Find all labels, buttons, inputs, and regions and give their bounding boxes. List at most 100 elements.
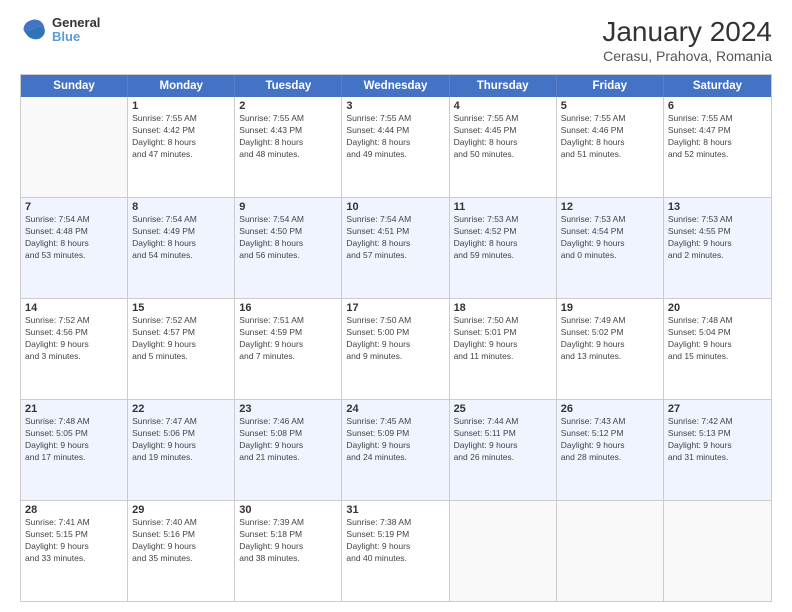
page-subtitle: Cerasu, Prahova, Romania <box>602 48 772 64</box>
calendar-cell: 8Sunrise: 7:54 AM Sunset: 4:49 PM Daylig… <box>128 198 235 298</box>
calendar-row-3: 21Sunrise: 7:48 AM Sunset: 5:05 PM Dayli… <box>21 399 771 500</box>
day-number: 28 <box>25 504 123 516</box>
header: General Blue January 2024 Cerasu, Prahov… <box>20 16 772 64</box>
day-number: 10 <box>346 201 444 213</box>
page-title: January 2024 <box>602 16 772 48</box>
calendar-body: 1Sunrise: 7:55 AM Sunset: 4:42 PM Daylig… <box>21 97 771 601</box>
day-info: Sunrise: 7:55 AM Sunset: 4:43 PM Dayligh… <box>239 113 337 161</box>
day-info: Sunrise: 7:49 AM Sunset: 5:02 PM Dayligh… <box>561 315 659 363</box>
day-number: 25 <box>454 403 552 415</box>
header-cell-thursday: Thursday <box>450 75 557 97</box>
day-info: Sunrise: 7:55 AM Sunset: 4:47 PM Dayligh… <box>668 113 767 161</box>
day-info: Sunrise: 7:54 AM Sunset: 4:49 PM Dayligh… <box>132 214 230 262</box>
day-info: Sunrise: 7:42 AM Sunset: 5:13 PM Dayligh… <box>668 416 767 464</box>
day-number: 22 <box>132 403 230 415</box>
day-number: 26 <box>561 403 659 415</box>
calendar-cell: 28Sunrise: 7:41 AM Sunset: 5:15 PM Dayli… <box>21 501 128 601</box>
day-number: 4 <box>454 100 552 112</box>
logo-icon <box>20 16 48 44</box>
calendar-cell: 14Sunrise: 7:52 AM Sunset: 4:56 PM Dayli… <box>21 299 128 399</box>
calendar-cell: 11Sunrise: 7:53 AM Sunset: 4:52 PM Dayli… <box>450 198 557 298</box>
day-info: Sunrise: 7:45 AM Sunset: 5:09 PM Dayligh… <box>346 416 444 464</box>
day-number: 14 <box>25 302 123 314</box>
day-number: 5 <box>561 100 659 112</box>
day-info: Sunrise: 7:38 AM Sunset: 5:19 PM Dayligh… <box>346 517 444 565</box>
header-cell-sunday: Sunday <box>21 75 128 97</box>
day-info: Sunrise: 7:50 AM Sunset: 5:00 PM Dayligh… <box>346 315 444 363</box>
calendar-cell: 18Sunrise: 7:50 AM Sunset: 5:01 PM Dayli… <box>450 299 557 399</box>
calendar-cell: 7Sunrise: 7:54 AM Sunset: 4:48 PM Daylig… <box>21 198 128 298</box>
calendar-row-1: 7Sunrise: 7:54 AM Sunset: 4:48 PM Daylig… <box>21 197 771 298</box>
calendar-cell: 6Sunrise: 7:55 AM Sunset: 4:47 PM Daylig… <box>664 97 771 197</box>
day-info: Sunrise: 7:47 AM Sunset: 5:06 PM Dayligh… <box>132 416 230 464</box>
day-info: Sunrise: 7:46 AM Sunset: 5:08 PM Dayligh… <box>239 416 337 464</box>
calendar-cell: 29Sunrise: 7:40 AM Sunset: 5:16 PM Dayli… <box>128 501 235 601</box>
day-info: Sunrise: 7:55 AM Sunset: 4:46 PM Dayligh… <box>561 113 659 161</box>
calendar-cell: 27Sunrise: 7:42 AM Sunset: 5:13 PM Dayli… <box>664 400 771 500</box>
calendar-header: SundayMondayTuesdayWednesdayThursdayFrid… <box>21 75 771 97</box>
calendar-cell: 23Sunrise: 7:46 AM Sunset: 5:08 PM Dayli… <box>235 400 342 500</box>
calendar-cell: 21Sunrise: 7:48 AM Sunset: 5:05 PM Dayli… <box>21 400 128 500</box>
day-info: Sunrise: 7:43 AM Sunset: 5:12 PM Dayligh… <box>561 416 659 464</box>
day-number: 6 <box>668 100 767 112</box>
header-cell-tuesday: Tuesday <box>235 75 342 97</box>
day-info: Sunrise: 7:54 AM Sunset: 4:50 PM Dayligh… <box>239 214 337 262</box>
day-info: Sunrise: 7:41 AM Sunset: 5:15 PM Dayligh… <box>25 517 123 565</box>
day-number: 23 <box>239 403 337 415</box>
calendar-cell <box>664 501 771 601</box>
calendar-cell: 19Sunrise: 7:49 AM Sunset: 5:02 PM Dayli… <box>557 299 664 399</box>
calendar-cell: 12Sunrise: 7:53 AM Sunset: 4:54 PM Dayli… <box>557 198 664 298</box>
logo-line1: General <box>52 16 100 30</box>
calendar-cell: 9Sunrise: 7:54 AM Sunset: 4:50 PM Daylig… <box>235 198 342 298</box>
day-info: Sunrise: 7:55 AM Sunset: 4:42 PM Dayligh… <box>132 113 230 161</box>
day-info: Sunrise: 7:48 AM Sunset: 5:04 PM Dayligh… <box>668 315 767 363</box>
day-number: 18 <box>454 302 552 314</box>
day-info: Sunrise: 7:55 AM Sunset: 4:45 PM Dayligh… <box>454 113 552 161</box>
day-info: Sunrise: 7:55 AM Sunset: 4:44 PM Dayligh… <box>346 113 444 161</box>
day-number: 8 <box>132 201 230 213</box>
title-block: January 2024 Cerasu, Prahova, Romania <box>602 16 772 64</box>
calendar-cell <box>450 501 557 601</box>
day-info: Sunrise: 7:48 AM Sunset: 5:05 PM Dayligh… <box>25 416 123 464</box>
header-cell-wednesday: Wednesday <box>342 75 449 97</box>
day-number: 21 <box>25 403 123 415</box>
day-number: 30 <box>239 504 337 516</box>
calendar-cell: 4Sunrise: 7:55 AM Sunset: 4:45 PM Daylig… <box>450 97 557 197</box>
day-number: 12 <box>561 201 659 213</box>
day-number: 2 <box>239 100 337 112</box>
calendar-cell: 10Sunrise: 7:54 AM Sunset: 4:51 PM Dayli… <box>342 198 449 298</box>
day-info: Sunrise: 7:53 AM Sunset: 4:52 PM Dayligh… <box>454 214 552 262</box>
day-info: Sunrise: 7:50 AM Sunset: 5:01 PM Dayligh… <box>454 315 552 363</box>
calendar-cell: 16Sunrise: 7:51 AM Sunset: 4:59 PM Dayli… <box>235 299 342 399</box>
day-info: Sunrise: 7:39 AM Sunset: 5:18 PM Dayligh… <box>239 517 337 565</box>
day-info: Sunrise: 7:40 AM Sunset: 5:16 PM Dayligh… <box>132 517 230 565</box>
calendar-cell <box>557 501 664 601</box>
day-number: 24 <box>346 403 444 415</box>
calendar-cell: 15Sunrise: 7:52 AM Sunset: 4:57 PM Dayli… <box>128 299 235 399</box>
day-number: 29 <box>132 504 230 516</box>
logo-line2: Blue <box>52 30 100 44</box>
header-cell-friday: Friday <box>557 75 664 97</box>
header-cell-saturday: Saturday <box>664 75 771 97</box>
calendar-cell: 17Sunrise: 7:50 AM Sunset: 5:00 PM Dayli… <box>342 299 449 399</box>
calendar-row-2: 14Sunrise: 7:52 AM Sunset: 4:56 PM Dayli… <box>21 298 771 399</box>
day-info: Sunrise: 7:54 AM Sunset: 4:48 PM Dayligh… <box>25 214 123 262</box>
calendar-cell <box>21 97 128 197</box>
calendar-cell: 24Sunrise: 7:45 AM Sunset: 5:09 PM Dayli… <box>342 400 449 500</box>
calendar-cell: 30Sunrise: 7:39 AM Sunset: 5:18 PM Dayli… <box>235 501 342 601</box>
calendar-cell: 31Sunrise: 7:38 AM Sunset: 5:19 PM Dayli… <box>342 501 449 601</box>
day-number: 15 <box>132 302 230 314</box>
day-number: 13 <box>668 201 767 213</box>
day-info: Sunrise: 7:44 AM Sunset: 5:11 PM Dayligh… <box>454 416 552 464</box>
calendar: SundayMondayTuesdayWednesdayThursdayFrid… <box>20 74 772 602</box>
calendar-cell: 26Sunrise: 7:43 AM Sunset: 5:12 PM Dayli… <box>557 400 664 500</box>
day-info: Sunrise: 7:53 AM Sunset: 4:55 PM Dayligh… <box>668 214 767 262</box>
day-number: 1 <box>132 100 230 112</box>
calendar-cell: 1Sunrise: 7:55 AM Sunset: 4:42 PM Daylig… <box>128 97 235 197</box>
calendar-cell: 5Sunrise: 7:55 AM Sunset: 4:46 PM Daylig… <box>557 97 664 197</box>
day-number: 11 <box>454 201 552 213</box>
calendar-cell: 25Sunrise: 7:44 AM Sunset: 5:11 PM Dayli… <box>450 400 557 500</box>
day-number: 27 <box>668 403 767 415</box>
calendar-cell: 3Sunrise: 7:55 AM Sunset: 4:44 PM Daylig… <box>342 97 449 197</box>
day-number: 31 <box>346 504 444 516</box>
